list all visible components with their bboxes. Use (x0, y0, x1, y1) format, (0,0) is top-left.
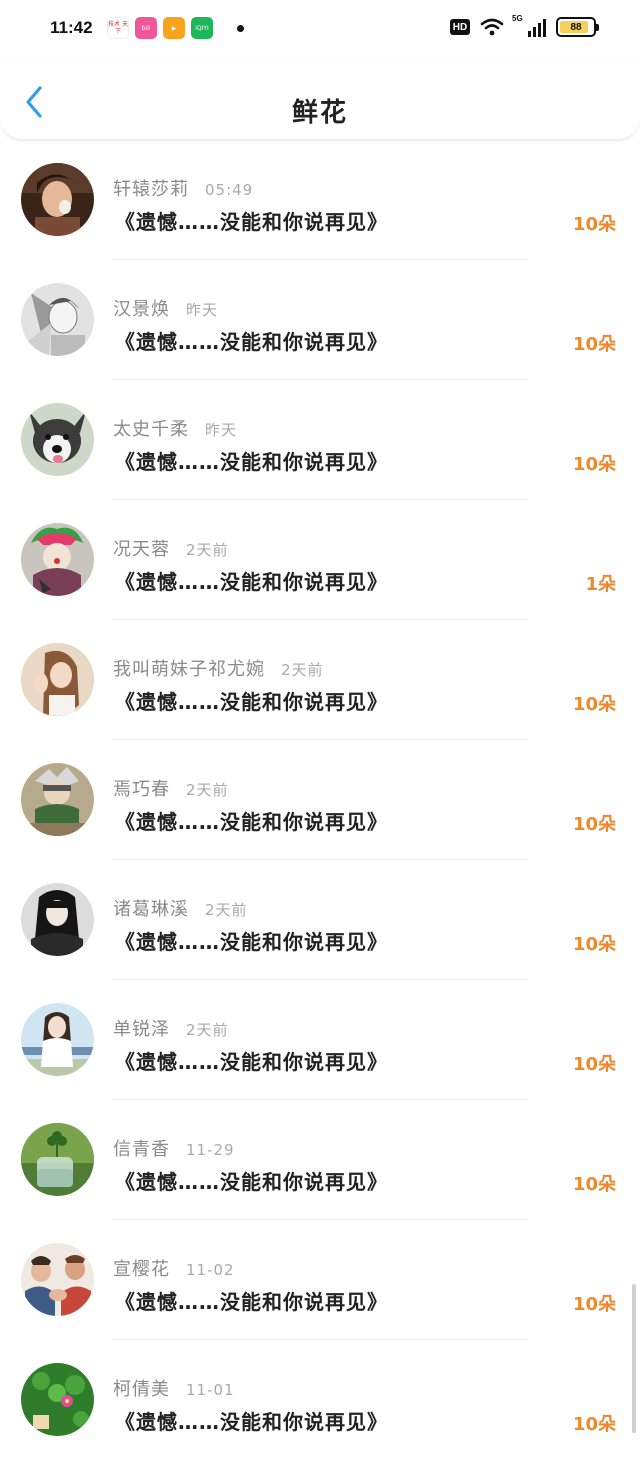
avatar[interactable] (21, 1243, 94, 1316)
sender-name: 柯倩美 11-01 (113, 1379, 235, 1400)
avatar[interactable] (21, 163, 94, 236)
notification-icons: 技术 天下 bili ▶ iQIYI (107, 17, 213, 39)
avatar[interactable] (21, 1003, 94, 1076)
sent-time: 2天前 (186, 781, 229, 799)
sender-name: 焉巧春 2天前 (113, 779, 229, 800)
gift-title: 《遗憾……没能和你说再见》 (115, 930, 388, 954)
list-item[interactable]: 汉景焕 昨天 《遗憾……没能和你说再见》 10朵 (0, 260, 640, 380)
iqiyi-app-icon: iQIYI (191, 17, 213, 39)
gift-title: 《遗憾……没能和你说再见》 (115, 330, 388, 354)
top-nav-bar: 鲜花 (0, 60, 640, 140)
sender-name: 信青香 11-29 (113, 1139, 235, 1160)
wifi-icon (480, 18, 504, 36)
video-app-icon: ▶ (163, 17, 185, 39)
gift-title: 《遗憾……没能和你说再见》 (115, 690, 388, 714)
status-bar: 11:42 技术 天下 bili ▶ iQIYI HD 5G 88 (0, 0, 640, 60)
flower-count: 10朵 (572, 334, 616, 355)
battery-icon: 88 (556, 17, 599, 37)
gift-title: 《遗憾……没能和你说再见》 (115, 570, 388, 594)
page-title: 鲜花 (291, 98, 348, 128)
list-item[interactable]: 柯倩美 11-01 《遗憾……没能和你说再见》 10朵 (0, 1340, 640, 1460)
list-item[interactable]: 轩辕莎莉 05:49 《遗憾……没能和你说再见》 10朵 (0, 140, 640, 260)
network-type-label: 5G (512, 14, 523, 23)
avatar[interactable] (21, 1123, 94, 1196)
scrollbar[interactable] (632, 1284, 636, 1433)
avatar[interactable] (21, 643, 94, 716)
flower-count: 10朵 (572, 934, 616, 955)
tech-news-app-icon: 技术 天下 (107, 17, 129, 39)
list-item[interactable]: 焉巧春 2天前 《遗憾……没能和你说再见》 10朵 (0, 740, 640, 860)
sender-name: 诸葛琳溪 2天前 (113, 899, 248, 920)
list-item[interactable]: 我叫萌妹子祁尤婉 2天前 《遗憾……没能和你说再见》 10朵 (0, 620, 640, 740)
sent-time: 11-02 (186, 1261, 235, 1279)
avatar[interactable] (21, 1363, 94, 1436)
avatar[interactable] (21, 283, 94, 356)
flower-count: 10朵 (572, 214, 616, 235)
sender-name: 太史千柔 昨天 (113, 419, 238, 440)
sender-name: 汉景焕 昨天 (113, 299, 219, 320)
sent-time: 2天前 (186, 1021, 229, 1039)
avatar[interactable] (21, 403, 94, 476)
gift-title: 《遗憾……没能和你说再见》 (115, 1410, 388, 1434)
gift-title: 《遗憾……没能和你说再见》 (115, 210, 388, 234)
flower-gift-list: 轩辕莎莉 05:49 《遗憾……没能和你说再见》 10朵 汉景焕 昨天 《遗憾……没… (0, 140, 640, 1460)
list-item[interactable]: 诸葛琳溪 2天前 《遗憾……没能和你说再见》 10朵 (0, 860, 640, 980)
sender-name: 我叫萌妹子祁尤婉 2天前 (113, 659, 324, 680)
hd-badge: HD (450, 19, 470, 35)
avatar[interactable] (21, 523, 94, 596)
flower-count: 10朵 (572, 1054, 616, 1075)
status-time: 11:42 (50, 18, 93, 37)
status-indicators: HD 5G 88 (450, 14, 599, 37)
list-item[interactable]: 宣樱花 11-02 《遗憾……没能和你说再见》 10朵 (0, 1220, 640, 1340)
sender-name: 单锐泽 2天前 (113, 1019, 229, 1040)
flower-count: 10朵 (572, 814, 616, 835)
gift-title: 《遗憾……没能和你说再见》 (115, 1290, 388, 1314)
bilibili-app-icon: bili (135, 17, 157, 39)
sender-name: 况天蓉 2天前 (113, 539, 229, 560)
sender-name: 宣樱花 11-02 (113, 1259, 235, 1280)
sent-time: 11-01 (186, 1381, 235, 1399)
avatar[interactable] (21, 883, 94, 956)
list-item[interactable]: 信青香 11-29 《遗憾……没能和你说再见》 10朵 (0, 1100, 640, 1220)
flower-count: 10朵 (572, 1414, 616, 1435)
flower-count: 10朵 (572, 1174, 616, 1195)
sent-time: 昨天 (186, 301, 219, 319)
sent-time: 昨天 (205, 421, 238, 439)
gift-title: 《遗憾……没能和你说再见》 (115, 1170, 388, 1194)
sent-time: 2天前 (186, 541, 229, 559)
battery-level: 88 (570, 21, 582, 33)
flower-count: 1朵 (585, 574, 616, 595)
sent-time: 11-29 (186, 1141, 235, 1159)
flower-count: 10朵 (572, 454, 616, 475)
sender-name: 轩辕莎莉 05:49 (113, 179, 254, 200)
list-item[interactable]: 单锐泽 2天前 《遗憾……没能和你说再见》 10朵 (0, 980, 640, 1100)
gift-title: 《遗憾……没能和你说再见》 (115, 450, 388, 474)
sent-time: 2天前 (281, 661, 324, 679)
flower-count: 10朵 (572, 1294, 616, 1315)
sent-time: 2天前 (205, 901, 248, 919)
gift-title: 《遗憾……没能和你说再见》 (115, 1050, 388, 1074)
sent-time: 05:49 (205, 181, 254, 199)
more-notifications-dot-icon (237, 25, 244, 32)
gift-title: 《遗憾……没能和你说再见》 (115, 810, 388, 834)
avatar[interactable] (21, 763, 94, 836)
list-item[interactable]: 况天蓉 2天前 《遗憾……没能和你说再见》 1朵 (0, 500, 640, 620)
flower-count: 10朵 (572, 694, 616, 715)
list-item[interactable]: 太史千柔 昨天 《遗憾……没能和你说再见》 10朵 (0, 380, 640, 500)
cellular-signal-icon: 5G (512, 14, 546, 37)
